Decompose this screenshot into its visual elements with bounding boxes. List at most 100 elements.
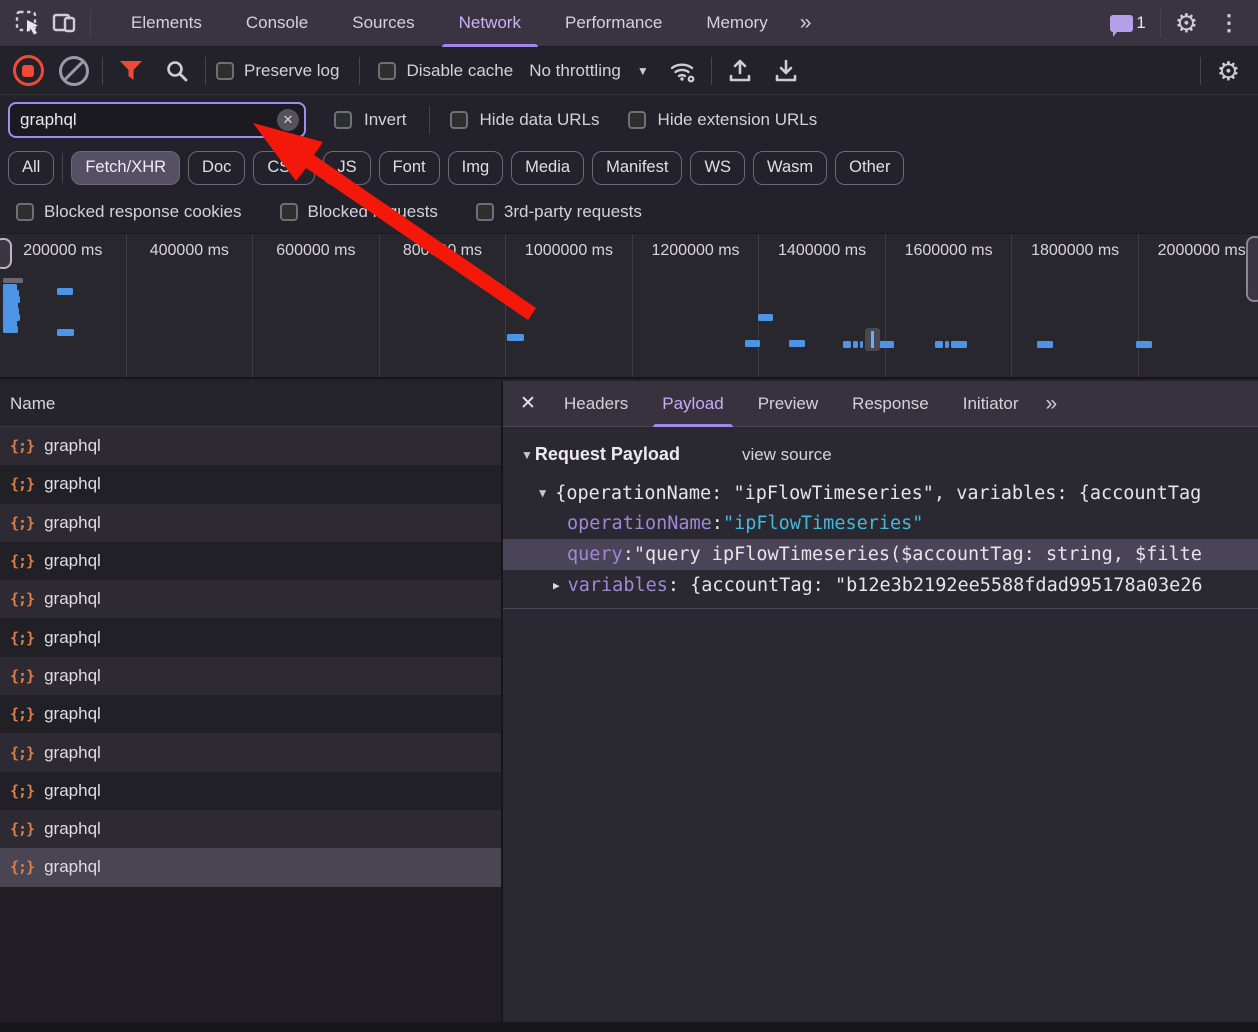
divider	[1200, 57, 1201, 85]
invert-label: Invert	[364, 110, 407, 130]
tab-sources[interactable]: Sources	[330, 0, 436, 47]
request-row[interactable]: {;}graphql	[0, 657, 501, 695]
waterfall-bar	[57, 288, 73, 295]
request-row[interactable]: {;}graphql	[0, 848, 501, 886]
filter-chip-wasm[interactable]: Wasm	[753, 151, 827, 185]
hide-data-urls-label: Hide data URLs	[480, 110, 600, 130]
record-network-log-button[interactable]	[10, 53, 46, 89]
close-details-icon[interactable]: ✕	[509, 381, 547, 427]
detail-tab-initiator[interactable]: Initiator	[946, 381, 1036, 427]
import-har-icon[interactable]	[722, 53, 758, 89]
waterfall-bar	[860, 341, 863, 348]
export-har-icon[interactable]	[768, 53, 804, 89]
network-conditions-icon[interactable]	[665, 53, 701, 89]
request-row[interactable]: {;}graphql	[0, 618, 501, 656]
divider	[429, 106, 430, 134]
json-braces-icon: {;}	[10, 820, 34, 838]
filter-chip-media[interactable]: Media	[511, 151, 584, 185]
colon: :	[623, 544, 634, 565]
tab-network[interactable]: Network	[437, 0, 543, 47]
tab-memory[interactable]: Memory	[684, 0, 789, 47]
request-row[interactable]: {;}graphql	[0, 580, 501, 618]
timeline-left-handle[interactable]	[0, 238, 12, 269]
name-column-header[interactable]: Name	[0, 381, 501, 427]
disable-cache-checkbox[interactable]	[378, 62, 396, 80]
request-name: graphql	[44, 781, 101, 801]
tab-performance[interactable]: Performance	[543, 0, 684, 47]
details-more-tabs-icon[interactable]: »	[1035, 392, 1065, 416]
filter-chip-manifest[interactable]: Manifest	[592, 151, 682, 185]
divider	[1160, 9, 1161, 37]
detail-tab-label: Headers	[564, 394, 628, 414]
detail-tab-headers[interactable]: Headers	[547, 381, 645, 427]
tab-console[interactable]: Console	[224, 0, 330, 47]
throttling-dropdown[interactable]: No throttling ▼	[529, 61, 649, 81]
payload-variables-row[interactable]: ▶ variables: {accountTag: "b12e3b2192ee5…	[503, 570, 1258, 601]
tab-elements[interactable]: Elements	[109, 0, 224, 47]
tab-label: Memory	[706, 13, 767, 33]
filter-chip-doc[interactable]: Doc	[188, 151, 245, 185]
search-icon[interactable]	[159, 53, 195, 89]
filter-chip-all[interactable]: All	[8, 151, 54, 185]
device-toolbar-icon[interactable]	[46, 5, 82, 41]
collapse-triangle-icon[interactable]: ▼	[539, 486, 546, 500]
blocked-requests-checkbox[interactable]	[280, 203, 298, 221]
payload-operation-name-row[interactable]: operationName: "ipFlowTimeseries"	[503, 508, 1258, 539]
invert-checkbox[interactable]	[334, 111, 352, 129]
detail-tab-payload[interactable]: Payload	[645, 381, 740, 427]
filter-chip-css[interactable]: CSS	[253, 151, 315, 185]
request-name: graphql	[44, 628, 101, 648]
filter-chip-img[interactable]: Img	[448, 151, 504, 185]
network-settings-gear-icon[interactable]: ⚙	[1217, 58, 1240, 84]
hide-extension-urls-checkbox[interactable]	[628, 111, 646, 129]
throttling-value: No throttling	[529, 61, 621, 81]
timeline-right-handle[interactable]	[1246, 236, 1258, 302]
view-source-link[interactable]: view source	[742, 445, 832, 465]
request-row[interactable]: {;}graphql	[0, 733, 501, 771]
payload-key: variables	[568, 575, 668, 596]
request-row[interactable]: {;}graphql	[0, 427, 501, 465]
hide-data-urls-checkbox[interactable]	[450, 111, 468, 129]
third-party-requests-checkbox[interactable]	[476, 203, 494, 221]
detail-tab-preview[interactable]: Preview	[741, 381, 835, 427]
request-row[interactable]: {;}graphql	[0, 810, 501, 848]
request-name: graphql	[44, 513, 101, 533]
tab-label: Elements	[131, 13, 202, 33]
clear-network-log-button[interactable]	[56, 53, 92, 89]
payload-query-row[interactable]: query: "query ipFlowTimeseries($accountT…	[503, 539, 1258, 570]
more-tabs-icon[interactable]: »	[790, 11, 820, 35]
colon: :	[712, 513, 723, 534]
blocked-response-cookies-checkbox[interactable]	[16, 203, 34, 221]
filter-chip-fetch-xhr[interactable]: Fetch/XHR	[71, 151, 180, 185]
request-row[interactable]: {;}graphql	[0, 465, 501, 503]
settings-gear-icon[interactable]: ⚙	[1175, 10, 1198, 36]
network-overview-timeline[interactable]: 200000 ms400000 ms600000 ms800000 ms1000…	[0, 234, 1258, 379]
filter-chip-other[interactable]: Other	[835, 151, 904, 185]
clear-filter-icon[interactable]: ✕	[277, 109, 299, 131]
kebab-menu-icon[interactable]: ⋮	[1212, 12, 1246, 34]
request-row[interactable]: {;}graphql	[0, 695, 501, 733]
request-name: graphql	[44, 589, 101, 609]
blocked-response-cookies-label: Blocked response cookies	[44, 202, 242, 222]
timeline-tick-label: 1600000 ms	[905, 242, 993, 377]
filter-funnel-icon[interactable]	[113, 53, 149, 89]
expand-triangle-icon[interactable]: ▶	[553, 579, 560, 592]
timeline-selected-marker	[865, 328, 880, 351]
collapse-triangle-icon[interactable]: ▼	[521, 448, 533, 462]
issues-counter[interactable]: 1	[1110, 13, 1145, 33]
inspect-element-icon[interactable]	[10, 5, 46, 41]
preserve-log-checkbox[interactable]	[216, 62, 234, 80]
request-name: graphql	[44, 857, 101, 877]
request-row[interactable]: {;}graphql	[0, 772, 501, 810]
filter-chip-js[interactable]: JS	[323, 151, 370, 185]
request-row[interactable]: {;}graphql	[0, 542, 501, 580]
request-type-chips: All Fetch/XHRDocCSSJS FontImgMediaManifest…	[0, 145, 1258, 190]
filter-chip-font[interactable]: Font	[379, 151, 440, 185]
filter-chip-ws[interactable]: WS	[690, 151, 745, 185]
detail-tab-response[interactable]: Response	[835, 381, 946, 427]
timeline-column: 1000000 ms	[506, 234, 633, 377]
timeline-column: 400000 ms	[127, 234, 254, 377]
payload-summary-row[interactable]: ▼ {operationName: "ipFlowTimeseries", va…	[539, 478, 1258, 508]
request-row[interactable]: {;}graphql	[0, 504, 501, 542]
filter-input[interactable]	[8, 102, 306, 138]
